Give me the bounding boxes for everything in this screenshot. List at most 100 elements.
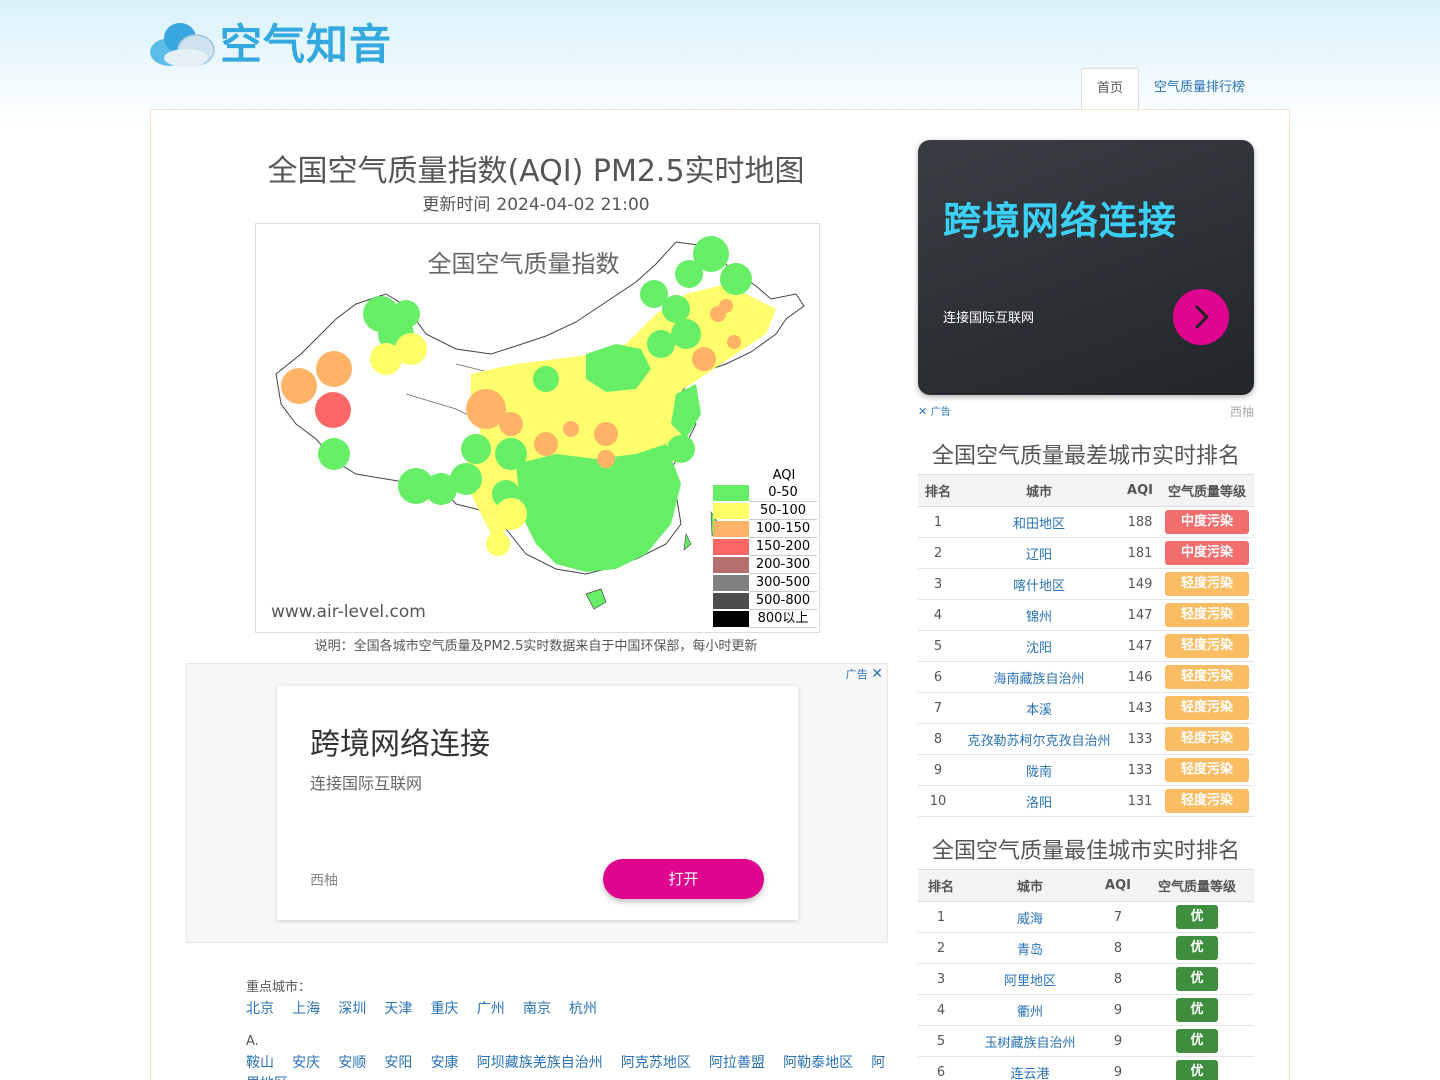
city-link[interactable]: 阿克苏地区 [621, 1055, 691, 1071]
legend-swatch [713, 611, 749, 627]
close-icon[interactable]: ✕ [871, 666, 883, 682]
aqi-cell: 131 [1120, 785, 1160, 817]
level-cell: 轻度污染 [1160, 692, 1254, 724]
city-link[interactable]: 安庆 [292, 1055, 320, 1071]
side-ad-mark[interactable]: 广告 [931, 407, 951, 418]
city-link[interactable]: 上海 [292, 1001, 320, 1017]
legend-swatch [713, 575, 749, 591]
key-cities-list: 北京 上海 深圳 天津 重庆 广州 南京 杭州 [246, 999, 886, 1020]
city-link[interactable]: 和田地区 [1013, 517, 1065, 532]
rank-cell: 3 [918, 963, 964, 995]
legend-label: 800以上 [749, 610, 817, 628]
city-cell: 玉树藏族自治州 [964, 1025, 1096, 1057]
city-link[interactable]: 玉树藏族自治州 [984, 1036, 1075, 1051]
tab-home[interactable]: 首页 [1081, 68, 1140, 110]
table-row: 6 海南藏族自治州 146 轻度污染 [918, 661, 1254, 693]
legend-label: 50-100 [749, 502, 817, 520]
aqi-cell: 188 [1120, 506, 1160, 538]
level-badge: 优 [1176, 1029, 1218, 1053]
legend-item: 50-100 [713, 502, 817, 520]
table-row: 1 和田地区 188 中度污染 [918, 506, 1254, 538]
legend-label: 100-150 [749, 520, 817, 538]
city-link[interactable]: 海南藏族自治州 [993, 672, 1084, 687]
city-link[interactable]: 沈阳 [1026, 641, 1052, 656]
level-cell: 轻度污染 [1160, 723, 1254, 755]
level-badge: 轻度污染 [1165, 696, 1249, 720]
city-link[interactable]: 威海 [1017, 912, 1043, 927]
col-rank: 排名 [918, 474, 958, 507]
col-level: 空气质量等级 [1140, 869, 1254, 902]
ad-mark[interactable]: 广告 ✕ [846, 666, 883, 682]
aqi-cell: 8 [1096, 963, 1140, 995]
level-cell: 优 [1140, 901, 1254, 933]
table-row: 5 玉树藏族自治州 9 优 [918, 1025, 1254, 1057]
city-link[interactable]: 阿勒泰地区 [783, 1055, 853, 1071]
tab-ranking[interactable]: 空气质量排行榜 [1139, 68, 1260, 110]
level-badge: 优 [1176, 998, 1218, 1022]
city-link[interactable]: 陇南 [1026, 765, 1052, 780]
city-link[interactable]: 喀什地区 [1013, 579, 1065, 594]
aqi-cell: 147 [1120, 630, 1160, 662]
side-ad-arrow-button[interactable] [1173, 289, 1229, 345]
city-link[interactable]: 辽阳 [1026, 548, 1052, 563]
city-link[interactable]: 安顺 [338, 1055, 366, 1071]
city-link[interactable]: 安康 [431, 1055, 459, 1071]
city-link[interactable]: 克孜勒苏柯尔克孜自治州 [967, 734, 1110, 749]
ad-title: 跨境网络连接 [310, 727, 490, 762]
city-link[interactable]: 连云港 [1010, 1067, 1049, 1080]
best-ranking-title: 全国空气质量最佳城市实时排名 [931, 839, 1240, 864]
level-cell: 轻度污染 [1160, 568, 1254, 600]
table-row: 9 陇南 133 轻度污染 [918, 754, 1254, 786]
map-title: 全国空气质量指数 [427, 250, 620, 278]
city-link[interactable]: 鞍山 [246, 1055, 274, 1071]
city-link[interactable]: 锦州 [1026, 610, 1052, 625]
legend-item: 500-800 [713, 592, 817, 610]
legend-item: 150-200 [713, 538, 817, 556]
city-link[interactable]: 北京 [246, 1001, 274, 1017]
city-link[interactable]: 阿拉善盟 [709, 1055, 765, 1071]
logo-text: 空气知音 [220, 19, 393, 69]
city-link[interactable]: 重庆 [431, 1001, 459, 1017]
legend-item: 0-50 [713, 484, 817, 502]
cloud-icon [148, 14, 218, 70]
aqi-cell: 181 [1120, 537, 1160, 569]
rank-cell: 10 [918, 785, 958, 817]
side-ad[interactable]: 跨境网络连接 连接国际互联网 [918, 140, 1254, 395]
city-link[interactable]: 深圳 [338, 1001, 366, 1017]
table-row: 4 衢州 9 优 [918, 994, 1254, 1026]
ad-subtitle: 连接国际互联网 [310, 774, 423, 793]
level-badge: 轻度污染 [1165, 665, 1249, 689]
city-link[interactable]: 南京 [523, 1001, 551, 1017]
city-link[interactable]: 阿里地区 [1004, 974, 1056, 989]
ad-card[interactable]: 跨境网络连接 连接国际互联网 西柚 打开 [277, 686, 798, 920]
city-link[interactable]: 青岛 [1017, 943, 1043, 958]
level-badge: 优 [1176, 905, 1218, 929]
city-link[interactable]: 阿坝藏族羌族自治州 [477, 1055, 603, 1071]
site-logo[interactable]: 空气知音 [148, 14, 392, 70]
city-link[interactable]: 安阳 [384, 1055, 412, 1071]
col-city: 城市 [964, 869, 1096, 902]
ad-open-button[interactable]: 打开 [603, 859, 764, 899]
level-cell: 中度污染 [1160, 537, 1254, 569]
aqi-map[interactable]: 全国空气质量指数 www.air-level.com AQI 0-50 50-10… [255, 223, 820, 633]
city-cell: 海南藏族自治州 [958, 661, 1120, 693]
city-link[interactable]: 洛阳 [1026, 796, 1052, 811]
rank-cell: 2 [918, 932, 964, 964]
city-link[interactable]: 本溪 [1026, 703, 1052, 718]
legend-swatch [713, 521, 749, 537]
city-link[interactable]: 广州 [477, 1001, 505, 1017]
worst-ranking-table: 排名 城市 AQI 空气质量等级 1 和田地区 188 中度污染 2 辽阳 181 中度污染 3… [918, 474, 1254, 817]
chevron-right-icon [1195, 305, 1209, 329]
city-link[interactable]: 天津 [384, 1001, 412, 1017]
aqi-cell: 146 [1120, 661, 1160, 693]
col-rank: 排名 [918, 869, 964, 902]
level-badge: 中度污染 [1165, 510, 1249, 534]
city-link[interactable]: 杭州 [569, 1001, 597, 1017]
table-row: 10 洛阳 131 轻度污染 [918, 785, 1254, 817]
aqi-cell: 143 [1120, 692, 1160, 724]
rank-cell: 1 [918, 901, 964, 933]
city-link[interactable]: 衢州 [1017, 1005, 1043, 1020]
close-icon[interactable]: ✕ [918, 405, 927, 418]
update-time-value: 2024-04-02 21:00 [496, 195, 650, 215]
banner-ad[interactable]: 广告 ✕ 跨境网络连接 连接国际互联网 西柚 打开 [186, 663, 888, 943]
